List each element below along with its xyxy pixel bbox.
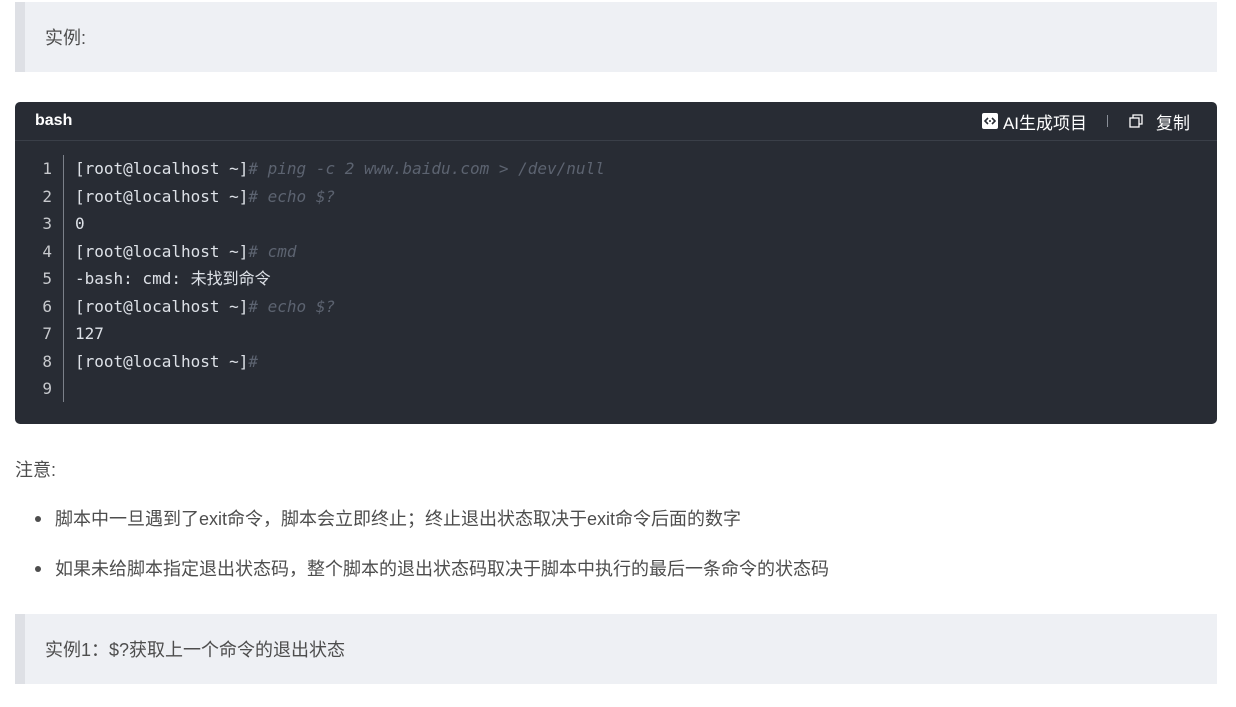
code-comment: # echo $? [248, 296, 336, 316]
line-number: 7 [42, 324, 52, 343]
code-text: [root@localhost ~]# cmd [63, 238, 297, 266]
list-item: 如果未给脚本指定退出状态码，整个脚本的退出状态码取决于脚本中执行的最后一条命令的… [35, 555, 829, 605]
ai-generate-button[interactable]: AI生成项目 [981, 109, 1087, 134]
code-text: [root@localhost ~]# [63, 348, 258, 376]
code-body[interactable]: 1 [root@localhost ~]# ping -c 2 www.baid… [15, 141, 1217, 403]
code-prompt: [root@localhost ~] [75, 159, 249, 178]
code-icon [981, 113, 998, 129]
code-line: 1 [root@localhost ~]# ping -c 2 www.baid… [15, 155, 1217, 183]
code-line: 6 [root@localhost ~]# echo $? [15, 293, 1217, 321]
list-item: 脚本中一旦遇到了exit命令，脚本会立即终止；终止退出状态取决于exit命令后面… [35, 505, 829, 555]
note-list: 脚本中一旦遇到了exit命令，脚本会立即终止；终止退出状态取决于exit命令后面… [35, 505, 829, 605]
code-line: 9 [15, 375, 1217, 403]
code-comment: # [248, 351, 259, 371]
code-prompt: [root@localhost ~] [75, 241, 249, 261]
code-language-label: bash [35, 112, 73, 129]
line-number: 5 [42, 269, 52, 288]
example-quote-text: 实例: [45, 28, 87, 48]
example-quote: 实例: [15, 2, 1217, 72]
code-line: 8 [root@localhost ~]# [15, 348, 1217, 376]
code-line: 4 [root@localhost ~]# cmd [15, 238, 1217, 266]
line-number: 8 [42, 351, 52, 371]
line-number: 4 [42, 241, 52, 261]
code-block: bash AI生成项目 复制 1 [root@localhost ~]# pin… [15, 102, 1217, 424]
code-actions: AI生成项目 复制 [981, 109, 1190, 134]
code-header: bash AI生成项目 复制 [15, 102, 1217, 141]
line-number: 3 [42, 214, 52, 233]
example1-quote: 实例1：$?获取上一个命令的退出状态 [15, 614, 1217, 684]
code-output: 127 [75, 324, 104, 343]
code-text: -bash: cmd: 未找到命令 [63, 265, 271, 293]
code-output: -bash: cmd: 未找到命令 [75, 269, 271, 288]
copy-icon [1128, 113, 1144, 129]
code-output: 0 [75, 214, 85, 233]
note-heading: 注意: [15, 460, 57, 480]
code-text: 127 [63, 320, 104, 348]
code-line: 3 0 [15, 210, 1217, 238]
copy-label: 复制 [1156, 113, 1190, 133]
copy-button[interactable]: 复制 [1128, 109, 1190, 134]
code-prompt: [root@localhost ~] [75, 296, 249, 316]
line-number: 6 [42, 296, 52, 316]
ai-generate-label: AI生成项目 [1002, 113, 1087, 133]
code-text: [root@localhost ~]# ping -c 2 www.baidu.… [63, 155, 605, 183]
line-number: 1 [42, 159, 52, 178]
example1-quote-text: 实例1：$?获取上一个命令的退出状态 [45, 640, 346, 660]
line-number-gutter-divider [63, 155, 64, 402]
code-line: 5 -bash: cmd: 未找到命令 [15, 265, 1217, 293]
action-divider [1107, 115, 1108, 127]
line-number: 9 [42, 379, 52, 398]
code-prompt: [root@localhost ~] [75, 351, 249, 371]
code-prompt: [root@localhost ~] [75, 186, 249, 206]
code-text: 0 [63, 210, 85, 238]
code-line: 7 127 [15, 320, 1217, 348]
code-text: [root@localhost ~]# echo $? [63, 293, 335, 321]
code-comment: # ping -c 2 www.baidu.com > /dev/null [248, 159, 605, 178]
code-line: 2 [root@localhost ~]# echo $? [15, 183, 1217, 211]
code-text: [root@localhost ~]# echo $? [63, 183, 335, 211]
line-number: 2 [42, 186, 52, 206]
code-comment: # cmd [248, 241, 297, 261]
code-comment: # echo $? [248, 186, 336, 206]
